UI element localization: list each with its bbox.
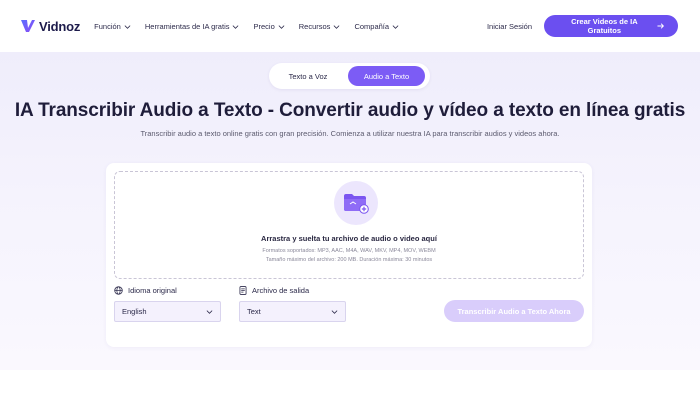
output-select[interactable]: Text bbox=[239, 301, 346, 322]
header-actions: Iniciar Sesión Crear Videos de IA Gratui… bbox=[487, 15, 678, 37]
output-label: Archivo de salida bbox=[252, 286, 310, 295]
nav-compania-label: Compañía bbox=[354, 21, 390, 31]
arrow-right-icon bbox=[657, 23, 664, 29]
chevron-down-icon bbox=[334, 24, 340, 29]
create-videos-button[interactable]: Crear Videos de IA Gratuitos bbox=[544, 15, 678, 37]
language-value: English bbox=[122, 307, 147, 316]
globe-icon bbox=[114, 286, 123, 295]
nav-funcion-label: Función bbox=[94, 21, 121, 31]
main-nav: Función Herramientas de IA gratis Precio… bbox=[94, 22, 399, 31]
dropzone-max-size: Tamaño máximo del archivo: 200 MB. Durac… bbox=[265, 257, 433, 263]
nav-recursos-label: Recursos bbox=[298, 21, 331, 31]
document-icon bbox=[239, 286, 247, 295]
upload-dropzone[interactable]: Arrastra y suelta tu archivo de audio o … bbox=[114, 171, 584, 279]
create-videos-label: Crear Videos de IA Gratuitos bbox=[571, 17, 638, 35]
output-value: Text bbox=[247, 307, 261, 316]
logo[interactable]: Vidnoz bbox=[20, 18, 80, 34]
chevron-down-icon bbox=[124, 24, 131, 29]
nav-precio[interactable]: Precio bbox=[253, 21, 285, 31]
language-field-label: Idioma original bbox=[114, 286, 177, 295]
vidnoz-logo-icon bbox=[21, 20, 35, 32]
chevron-down-icon bbox=[233, 24, 239, 29]
nav-compania[interactable]: Compañía bbox=[354, 22, 399, 31]
mode-tabs: Texto a Voz Audio a Texto bbox=[269, 63, 430, 89]
transcribe-button[interactable]: Transcribir Audio a Texto Ahora bbox=[444, 300, 584, 322]
chevron-down-icon bbox=[278, 24, 285, 29]
login-link[interactable]: Iniciar Sesión bbox=[487, 22, 532, 31]
nav-recursos[interactable]: Recursos bbox=[299, 22, 341, 31]
folder-icon-circle bbox=[334, 181, 378, 225]
nav-herramientas[interactable]: Herramientas de IA gratis bbox=[145, 22, 240, 31]
language-select[interactable]: English bbox=[114, 301, 221, 322]
tab-texto-a-voz[interactable]: Texto a Voz bbox=[272, 66, 344, 86]
top-navbar: Vidnoz Función Herramientas de IA gratis… bbox=[0, 0, 700, 52]
chevron-down-icon bbox=[206, 310, 213, 314]
output-field-label: Archivo de salida bbox=[239, 286, 309, 295]
tab-audio-a-texto[interactable]: Audio a Texto bbox=[348, 66, 425, 86]
dropzone-title: Arrastra y suelta tu archivo de audio o … bbox=[261, 234, 437, 243]
folder-add-icon bbox=[344, 194, 369, 214]
logo-text: Vidnoz bbox=[39, 18, 81, 34]
language-label: Idioma original bbox=[128, 286, 177, 295]
nav-herramientas-label: Herramientas de IA gratis bbox=[144, 21, 230, 31]
nav-funcion[interactable]: Función bbox=[94, 22, 131, 31]
chevron-down-icon bbox=[392, 24, 399, 29]
page-subtitle: Transcribir audio a texto online gratis … bbox=[140, 129, 560, 138]
nav-precio-label: Precio bbox=[253, 21, 275, 31]
dropzone-formats: Formatos soportados: MP3, AAC, M4A, WAV,… bbox=[262, 248, 436, 254]
transcribe-card: Arrastra y suelta tu archivo de audio o … bbox=[106, 163, 592, 347]
chevron-down-icon bbox=[331, 310, 338, 314]
page-title: IA Transcribir Audio a Texto - Convertir… bbox=[14, 100, 686, 121]
